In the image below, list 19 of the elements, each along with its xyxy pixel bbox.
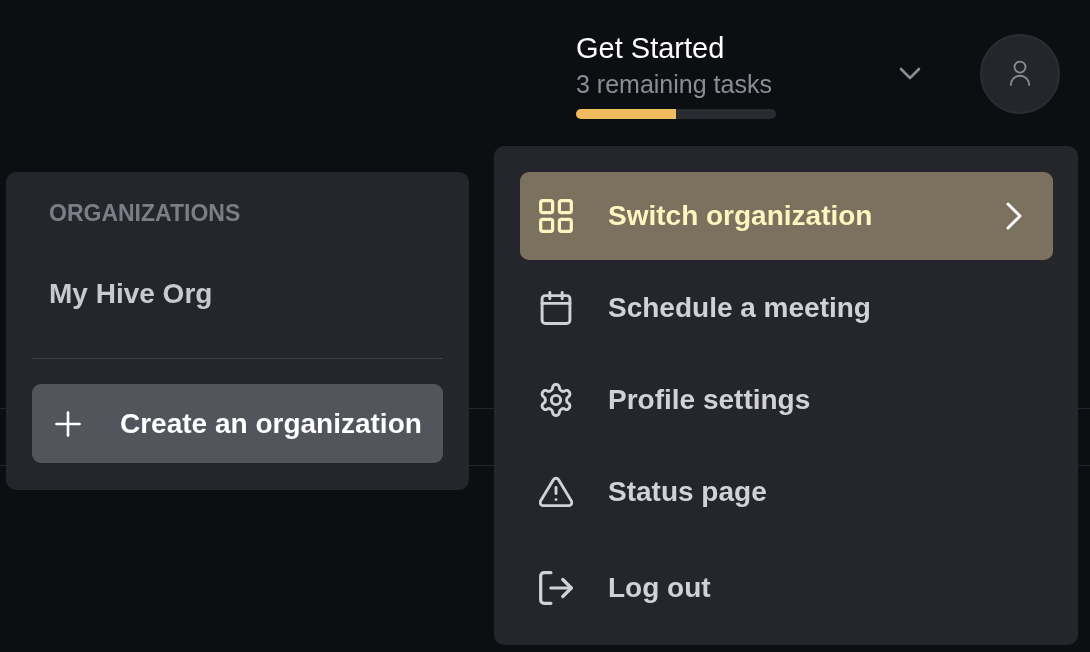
menu-item[interactable]: Profile settings (520, 356, 1053, 444)
create-organization-button[interactable]: Create an organization (32, 384, 443, 463)
grid-icon (539, 199, 573, 233)
warning-icon (539, 475, 573, 509)
logout-icon (539, 571, 573, 605)
get-started-title: Get Started (576, 32, 725, 64)
chevron-down-icon[interactable] (899, 67, 921, 80)
section-heading: ORGANIZATIONS (49, 199, 241, 227)
organization-item[interactable]: My Hive Org (49, 277, 213, 311)
menu-item[interactable]: Schedule a meeting (520, 264, 1053, 352)
calendar-icon (539, 291, 573, 325)
menu-item[interactable]: Log out (520, 544, 1053, 632)
menu-item[interactable]: Status page (520, 448, 1053, 536)
plus-icon (55, 410, 81, 437)
gear-icon (539, 383, 573, 417)
menu-item[interactable]: Switch organization (520, 172, 1053, 260)
chevron-right-icon (1006, 202, 1022, 230)
remaining-tasks-text: 3 remaining tasks (576, 70, 772, 98)
user-icon (1009, 60, 1031, 86)
